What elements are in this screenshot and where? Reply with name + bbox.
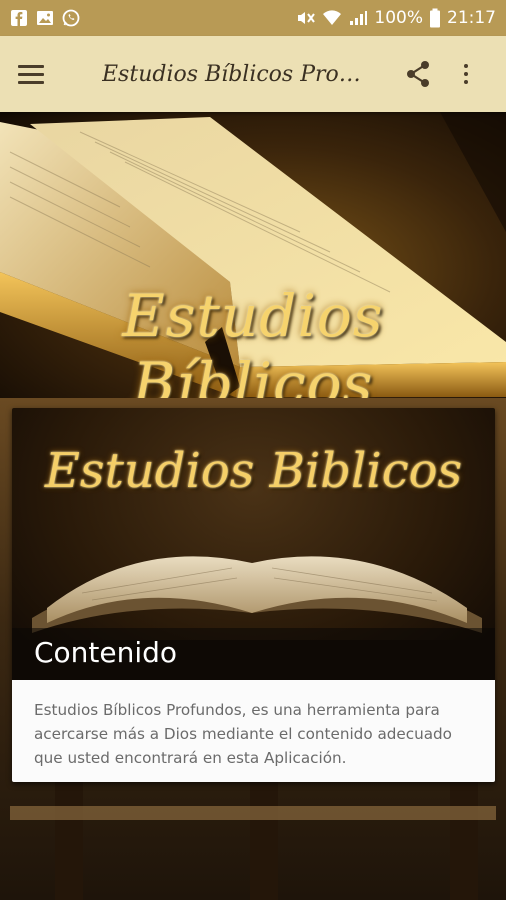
card-caption: Contenido (34, 636, 178, 669)
content-card[interactable]: Estudios Biblicos Contenido Estudios Bíb… (12, 408, 495, 782)
gallery-icon (37, 11, 53, 25)
battery-percent: 100% (374, 8, 423, 28)
hero-banner: Estudios Bíblicos (0, 112, 506, 398)
app-bar: Estudios Bíblicos Pro… (0, 36, 506, 112)
card-caption-bar: Contenido (12, 628, 495, 680)
hero-title: Estudios Bíblicos (122, 282, 384, 398)
card-image: Estudios Biblicos Contenido (12, 408, 495, 680)
signal-icon (350, 11, 368, 25)
facebook-icon (11, 10, 27, 26)
card-body: Estudios Bíblicos Profundos, es una herr… (12, 680, 495, 782)
mute-icon (298, 12, 316, 24)
card-description: Estudios Bíblicos Profundos, es una herr… (34, 701, 452, 767)
app-title: Estudios Bíblicos Pro… (102, 61, 361, 87)
clock: 21:17 (447, 8, 496, 28)
card-image-title: Estudios Biblicos (44, 443, 463, 499)
wifi-icon (323, 10, 342, 25)
share-icon[interactable] (402, 58, 434, 90)
battery-icon (430, 8, 440, 28)
menu-icon[interactable] (18, 57, 52, 91)
status-bar: 100% 21:17 (0, 0, 506, 36)
whatsapp-icon (62, 9, 80, 27)
background-bars (10, 780, 496, 900)
more-options-icon[interactable] (458, 58, 474, 90)
